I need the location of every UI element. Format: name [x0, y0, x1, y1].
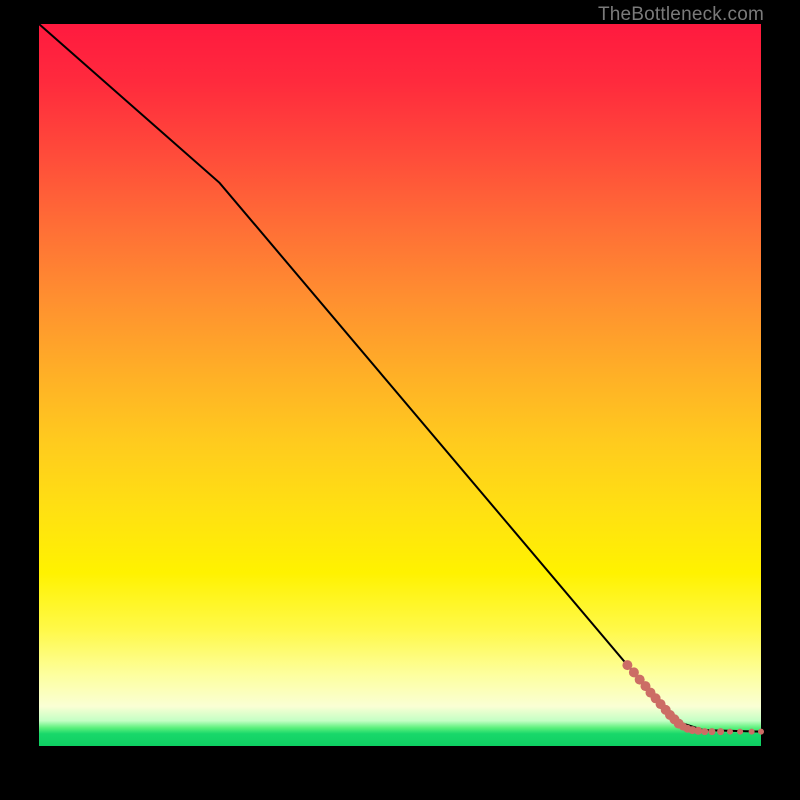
- attribution-text: TheBottleneck.com: [598, 4, 764, 26]
- tail-marker-dot: [701, 728, 708, 735]
- tail-marker-dot: [737, 729, 743, 735]
- curve-path: [39, 24, 761, 732]
- tail-marker-dot: [717, 728, 724, 735]
- chart-overlay: [39, 24, 761, 746]
- tail-marker-dot: [708, 728, 715, 735]
- tail-marker-dot: [727, 729, 733, 735]
- tail-marker-dot: [749, 729, 755, 735]
- tail-marker-dot: [758, 729, 764, 735]
- chart-tail-markers: [622, 660, 764, 735]
- chart-curve-line: [39, 24, 761, 732]
- tail-marker-dot: [694, 727, 702, 735]
